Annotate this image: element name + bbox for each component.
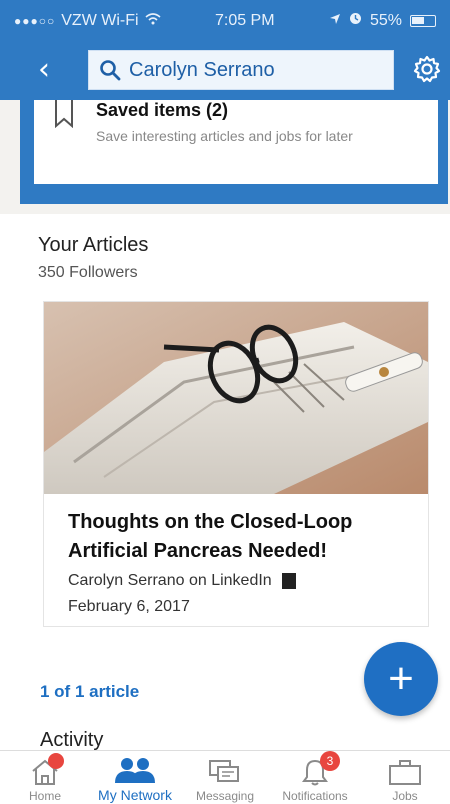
bookmark-icon xyxy=(54,100,74,133)
tab-label: Home xyxy=(28,789,61,803)
back-chevron-icon[interactable]: ‹ xyxy=(38,52,50,87)
tab-label: Jobs xyxy=(392,789,418,803)
search-input[interactable] xyxy=(129,58,389,82)
your-articles-heading: Your Articles xyxy=(38,234,149,256)
article-image xyxy=(44,302,428,494)
article-count-link[interactable]: 1 of 1 article xyxy=(40,682,139,702)
tab-my-network[interactable]: My Network xyxy=(90,751,180,804)
linkedin-logo-icon xyxy=(281,573,296,589)
search-icon xyxy=(100,60,121,81)
signal-indicator: ●●●○○ xyxy=(14,14,56,28)
saved-items-title: Saved items (2) xyxy=(96,100,229,120)
status-bar: ●●●○○ VZW Wi-Fi 7:05 PM 55% xyxy=(0,0,450,42)
saved-items-panel[interactable]: Saved items (2) Save interesting article… xyxy=(34,100,438,184)
tab-notifications[interactable]: 3 Notifications xyxy=(270,751,360,804)
battery-percent: 55% xyxy=(369,12,402,29)
compose-fab-button[interactable]: + xyxy=(364,642,438,716)
tab-messaging[interactable]: Messaging xyxy=(180,751,270,804)
saved-items-card[interactable]: Saved items (2) Save interesting article… xyxy=(20,100,448,204)
followers-count: 350 Followers xyxy=(38,264,138,281)
carrier-label: VZW Wi-Fi xyxy=(61,12,139,29)
wifi-icon xyxy=(145,12,161,30)
tab-label: My Network xyxy=(98,787,172,803)
alarm-icon xyxy=(349,12,362,30)
article-card[interactable]: Thoughts on the Closed-Loop Artificial P… xyxy=(44,302,428,626)
activity-heading: Activity xyxy=(40,729,104,751)
top-bar: ●●●○○ VZW Wi-Fi 7:05 PM 55% ‹ xyxy=(0,0,450,100)
article-date: February 6, 2017 xyxy=(68,598,190,615)
article-byline: Carolyn Serrano on LinkedIn xyxy=(68,572,272,589)
search-header: ‹ xyxy=(0,46,450,94)
home-badge xyxy=(48,753,64,769)
bottom-tab-bar: Home My Network Messaging 3 Notification… xyxy=(0,750,450,804)
saved-items-description: Save interesting articles and jobs for l… xyxy=(96,128,353,144)
tab-home[interactable]: Home xyxy=(0,751,90,804)
tab-label: Messaging xyxy=(195,789,255,803)
briefcase-icon xyxy=(388,755,422,789)
messaging-icon xyxy=(208,755,242,789)
article-title[interactable]: Thoughts on the Closed-Loop Artificial P… xyxy=(68,508,408,566)
notifications-badge: 3 xyxy=(320,751,340,771)
people-icon xyxy=(113,753,157,787)
clock-time: 7:05 PM xyxy=(214,12,275,29)
tab-jobs[interactable]: Jobs xyxy=(360,751,450,804)
search-bar[interactable] xyxy=(88,50,394,90)
tab-label: Notifications xyxy=(282,789,348,803)
settings-gear-icon[interactable] xyxy=(412,54,442,89)
battery-icon xyxy=(410,15,436,27)
location-icon xyxy=(329,12,341,30)
